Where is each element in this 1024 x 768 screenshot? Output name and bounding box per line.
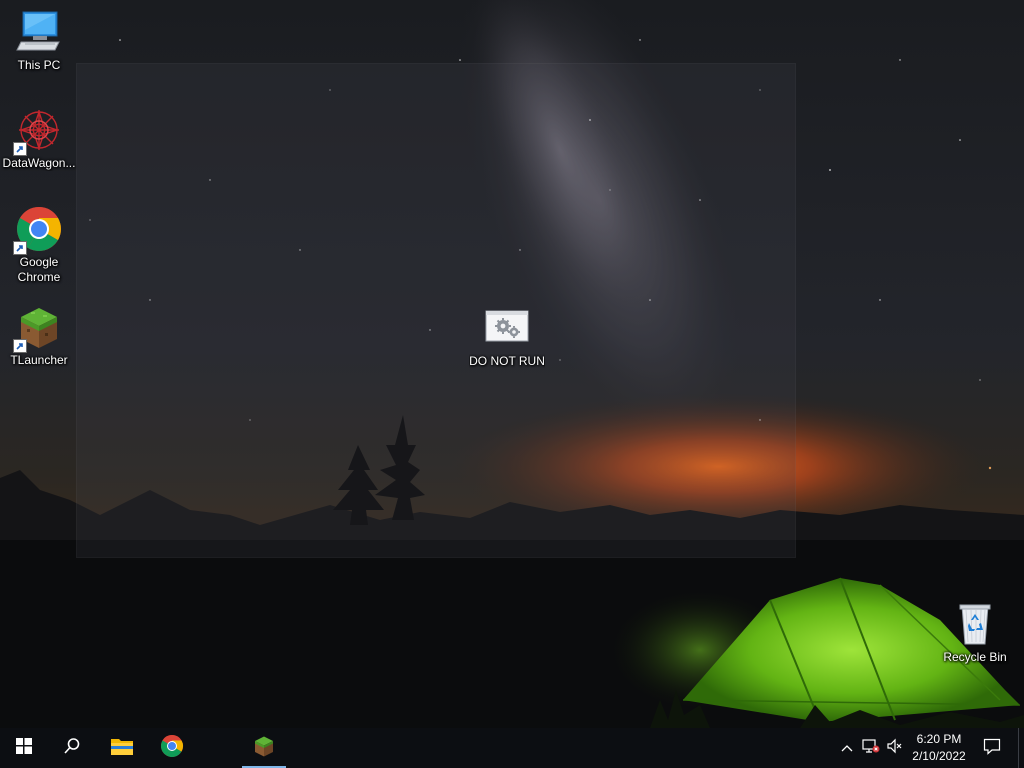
this-pc-icon <box>15 8 63 56</box>
desktop-icon-label: TLauncher <box>10 353 68 367</box>
start-button[interactable] <box>0 728 48 768</box>
desktop-icon-google-chrome[interactable]: Google Chrome <box>1 205 77 285</box>
desktop-icon-label: DO NOT RUN <box>469 354 545 368</box>
search-icon <box>63 737 81 760</box>
taskbar-tlauncher[interactable] <box>240 728 288 768</box>
desktop-icon-label: DataWagon... <box>2 156 76 170</box>
translucent-window-overlay <box>76 63 796 558</box>
taskbar-clock[interactable]: 6:20 PM 2/10/2022 <box>904 728 974 768</box>
recycle-bin-icon <box>951 600 999 648</box>
desktop-icon-do-not-run[interactable]: DO NOT RUN <box>469 304 545 369</box>
desktop-icon-label: This PC <box>17 58 61 72</box>
network-disconnected-icon <box>862 738 880 759</box>
taskbar-chrome[interactable] <box>148 728 196 768</box>
show-desktop-button[interactable] <box>1018 728 1024 768</box>
desktop-icon-label: Google Chrome <box>17 255 61 284</box>
tlauncher-icon <box>13 303 63 353</box>
windows-start-icon <box>16 737 32 759</box>
taskbar-file-explorer[interactable] <box>98 728 146 768</box>
search-button[interactable] <box>48 728 96 768</box>
notifications-icon <box>983 737 1001 760</box>
clock-time: 6:20 PM <box>916 732 962 746</box>
chrome-icon <box>13 205 63 255</box>
desktop-icon-tlauncher[interactable]: TLauncher <box>1 303 77 368</box>
datawagon-icon <box>13 106 63 156</box>
desktop-icon-this-pc[interactable]: This PC <box>1 8 77 73</box>
desktop-icon-recycle-bin[interactable]: Recycle Bin <box>937 600 1013 665</box>
desktop-icon-label: Recycle Bin <box>943 650 1007 664</box>
show-hidden-icons-button[interactable] <box>836 728 858 768</box>
tlauncher-icon <box>252 734 276 763</box>
clock-date: 2/10/2022 <box>912 749 966 763</box>
network-button[interactable] <box>860 728 882 768</box>
shortcut-arrow-icon <box>13 142 27 156</box>
desktop-icon-datawagon[interactable]: DataWagon... <box>1 106 77 171</box>
shortcut-arrow-icon <box>13 241 27 255</box>
taskbar: 6:20 PM 2/10/2022 <box>0 728 1024 768</box>
batch-file-gears-icon <box>483 304 531 352</box>
action-center-button[interactable] <box>978 728 1006 768</box>
shortcut-arrow-icon <box>13 339 27 353</box>
chevron-up-icon <box>841 739 853 757</box>
chrome-icon <box>160 734 184 763</box>
file-explorer-icon <box>110 736 134 761</box>
volume-button[interactable] <box>884 728 906 768</box>
volume-muted-icon <box>886 738 904 759</box>
